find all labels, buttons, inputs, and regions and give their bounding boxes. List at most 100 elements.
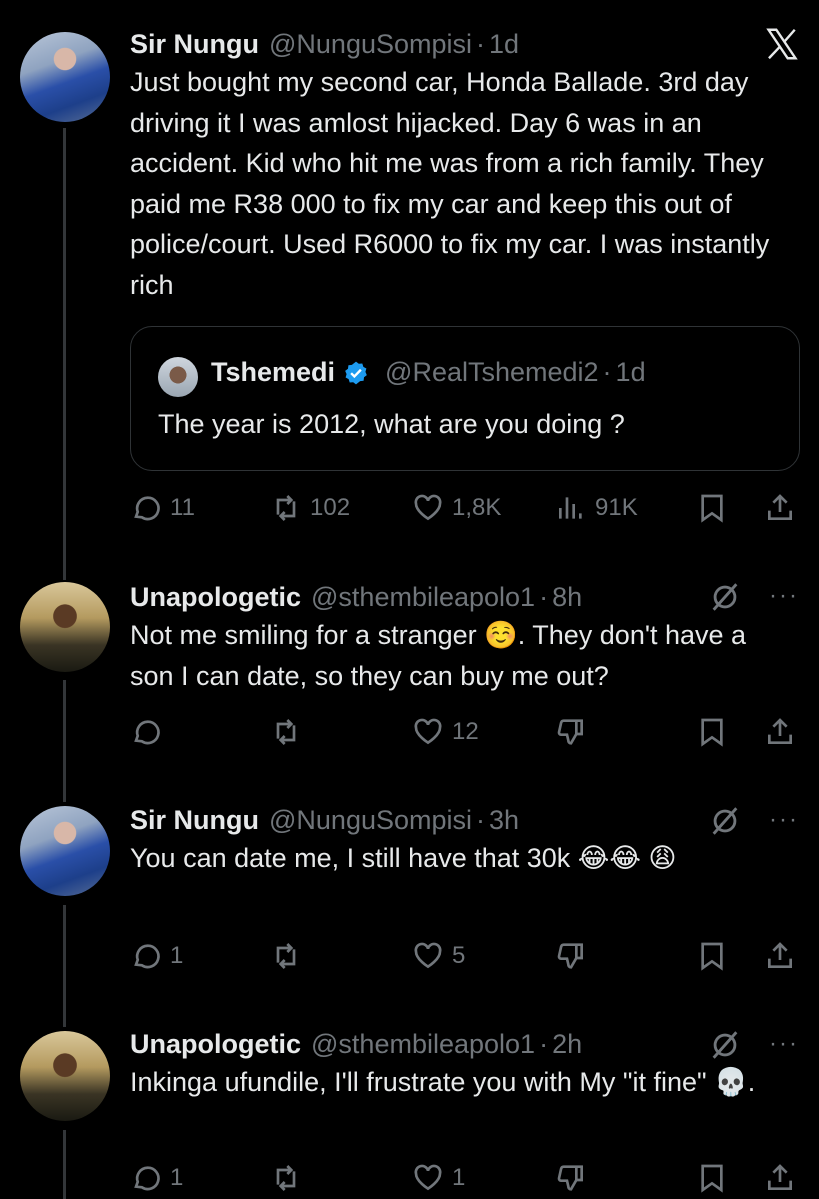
repost-icon [276, 495, 296, 521]
like-icon [414, 1164, 442, 1191]
author-handle[interactable]: @NunguSompisi [269, 803, 472, 837]
reply-button[interactable] [130, 716, 170, 748]
repost-button[interactable]: 102 [270, 492, 350, 524]
tweet-text: Not me smiling for a stranger ☺️. They d… [130, 620, 747, 691]
views-button[interactable]: 91K [555, 492, 638, 524]
like-button[interactable]: 1 [412, 1162, 465, 1194]
grok-icon[interactable] [708, 804, 742, 838]
bookmark-icon [701, 718, 723, 747]
share-button[interactable] [764, 492, 796, 524]
grok-icon[interactable] [708, 580, 742, 614]
thread-line [63, 1130, 66, 1199]
bookmark-button[interactable] [696, 716, 728, 748]
action-bar: 1 5 [130, 940, 799, 980]
tweet-header: Sir Nungu @NunguSompisi · 1d [130, 27, 799, 61]
action-bar: 12 [130, 716, 799, 756]
bookmark-icon [701, 942, 723, 971]
repost-count: 102 [310, 494, 351, 521]
author-handle[interactable]: @sthembileapolo1 [311, 580, 535, 614]
quote-timestamp: 1d [615, 357, 646, 387]
author-handle[interactable]: @sthembileapolo1 [311, 1027, 535, 1061]
bookmark-button[interactable] [696, 492, 728, 524]
more-icon[interactable]: ··· [769, 1032, 799, 1056]
views-icon [559, 497, 582, 519]
separator: · [539, 582, 549, 612]
tweet-text: You can date me, I still have that 30k 😂… [130, 843, 677, 873]
bookmark-icon [701, 1164, 723, 1193]
separator: · [602, 357, 612, 387]
more-icon[interactable]: ··· [769, 584, 799, 608]
reply-button[interactable]: 1 [130, 940, 183, 972]
reply-icon [134, 1166, 160, 1191]
share-button[interactable] [764, 940, 796, 972]
like-count: 1,8K [452, 494, 502, 521]
separator: · [476, 805, 486, 835]
views-count: 91K [595, 494, 638, 521]
action-bar: 11 102 1,8K 91K [130, 492, 799, 532]
share-button[interactable] [764, 1162, 796, 1194]
share-icon [768, 718, 792, 744]
share-icon [768, 942, 792, 968]
repost-button[interactable] [270, 716, 310, 748]
more-icon[interactable]: ··· [769, 808, 799, 832]
quote-avatar [158, 357, 198, 397]
like-button[interactable]: 5 [412, 940, 465, 972]
share-button[interactable] [764, 716, 796, 748]
dislike-button[interactable] [555, 1162, 587, 1194]
like-icon [414, 718, 442, 745]
avatar[interactable] [20, 1031, 110, 1121]
author-name[interactable]: Unapologetic [130, 1027, 301, 1061]
grok-icon[interactable] [708, 1028, 742, 1062]
thread-line [63, 905, 66, 1027]
author-handle[interactable]: @NunguSompisi [269, 27, 472, 61]
dislike-icon [557, 943, 583, 969]
reply-count: 11 [170, 494, 195, 521]
avatar[interactable] [20, 582, 110, 672]
avatar[interactable] [20, 806, 110, 896]
reply-count: 1 [170, 942, 184, 969]
share-icon [768, 1164, 792, 1190]
author-name[interactable]: Sir Nungu [130, 27, 259, 61]
like-count: 1 [452, 1164, 466, 1191]
timestamp[interactable]: 3h [489, 803, 519, 837]
timestamp[interactable]: 1d [489, 27, 519, 61]
timestamp[interactable]: 2h [552, 1027, 582, 1061]
dislike-button[interactable] [555, 716, 587, 748]
reply-icon [134, 496, 160, 521]
repost-button[interactable] [270, 1162, 310, 1194]
tweet-header: Unapologetic @sthembileapolo1 · 8h [130, 580, 799, 614]
repost-icon [276, 1165, 296, 1191]
reply-icon [134, 720, 160, 745]
like-icon [414, 942, 442, 969]
author-name[interactable]: Unapologetic [130, 580, 301, 614]
quote-author-handle: @RealTshemedi2 [385, 357, 599, 387]
like-count: 12 [452, 718, 479, 745]
author-name[interactable]: Sir Nungu [130, 803, 259, 837]
tweet-header: Sir Nungu @NunguSompisi · 3h [130, 803, 799, 837]
timestamp[interactable]: 8h [552, 580, 582, 614]
dislike-button[interactable] [555, 940, 587, 972]
dislike-icon [557, 719, 583, 745]
avatar[interactable] [20, 32, 110, 122]
thread-line [63, 680, 66, 802]
reply-count: 1 [170, 1164, 184, 1191]
action-bar: 1 1 [130, 1162, 799, 1199]
reply-icon [134, 944, 160, 969]
tweet-text: Inkinga ufundile, I'll frustrate you wit… [130, 1067, 756, 1097]
like-button[interactable]: 12 [412, 716, 479, 748]
share-icon [768, 494, 792, 520]
bookmark-button[interactable] [696, 1162, 728, 1194]
quote-header: Tshemedi @RealTshemedi2 · 1d [211, 357, 646, 388]
bookmark-button[interactable] [696, 940, 728, 972]
reply-button[interactable]: 1 [130, 1162, 183, 1194]
thread-line [63, 128, 66, 580]
dislike-icon [557, 1165, 583, 1191]
reply-button[interactable]: 11 [130, 492, 195, 524]
verified-icon [345, 361, 367, 384]
like-count: 5 [452, 942, 466, 969]
bookmark-icon [701, 494, 723, 523]
quoted-tweet[interactable]: Tshemedi @RealTshemedi2 · 1d The year is… [130, 326, 800, 471]
like-button[interactable]: 1,8K [412, 492, 501, 524]
repost-button[interactable] [270, 940, 310, 972]
repost-icon [276, 719, 296, 745]
